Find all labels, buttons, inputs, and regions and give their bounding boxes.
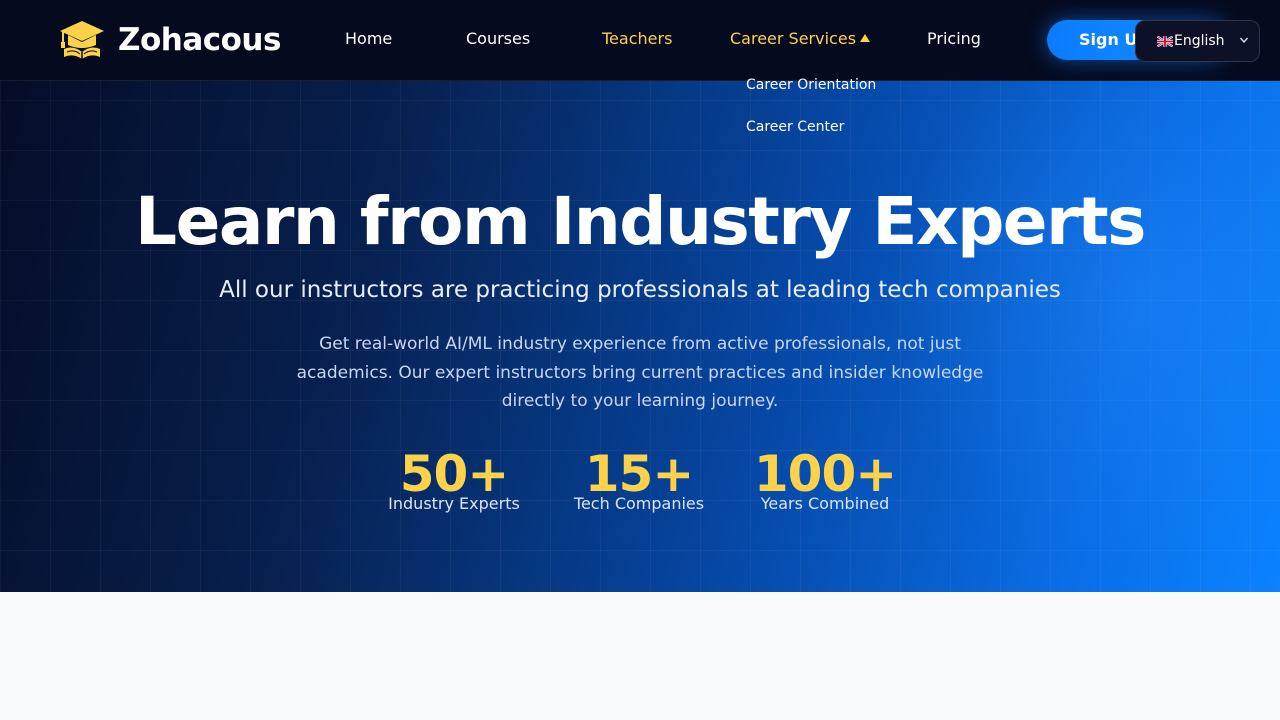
hero-section: Learn from Industry Experts All our inst…: [0, 0, 1280, 592]
chevron-down-icon: [1239, 37, 1249, 44]
nav-pricing[interactable]: Pricing: [927, 29, 981, 48]
stat-industry-experts: 50+ Industry Experts: [378, 448, 530, 514]
stat-tech-companies: 15+ Tech Companies: [562, 448, 716, 514]
nav-home[interactable]: Home: [345, 29, 392, 48]
brand-name: Zohacous: [118, 22, 281, 58]
stat-value: 50+: [399, 445, 509, 503]
stat-label: Industry Experts: [388, 494, 520, 513]
stat-label: Tech Companies: [573, 494, 705, 513]
top-navbar: Zohacous Home Courses Teachers Career Se…: [0, 0, 1280, 81]
language-label: English: [1174, 33, 1225, 49]
dropdown-item-career-orientation[interactable]: Career Orientation: [746, 77, 876, 93]
hero-description: Get real-world AI/ML industry experience…: [296, 334, 984, 411]
career-services-dropdown: Career Orientation Career Center: [730, 70, 910, 150]
dropdown-item-career-center[interactable]: Career Center: [746, 119, 844, 135]
stat-label: Years Combined: [760, 494, 890, 513]
stat-years-combined: 100+ Years Combined: [744, 448, 906, 514]
language-select[interactable]: English: [1135, 20, 1260, 62]
stat-value: 15+: [584, 445, 694, 503]
graduation-cap-book-icon: [60, 21, 104, 59]
content-section: [0, 592, 1280, 720]
nav-career-services[interactable]: Career Services: [730, 29, 856, 48]
logo[interactable]: Zohacous: [58, 18, 281, 62]
hero-title: Learn from Industry Experts: [135, 183, 1146, 260]
caret-up-icon[interactable]: [860, 34, 870, 42]
stat-value: 100+: [753, 445, 897, 503]
nav-teachers[interactable]: Teachers: [602, 29, 672, 48]
uk-flag-icon: [1157, 35, 1173, 47]
nav-courses[interactable]: Courses: [466, 29, 530, 48]
hero-subtitle: All our instructors are practicing profe…: [219, 277, 1061, 303]
